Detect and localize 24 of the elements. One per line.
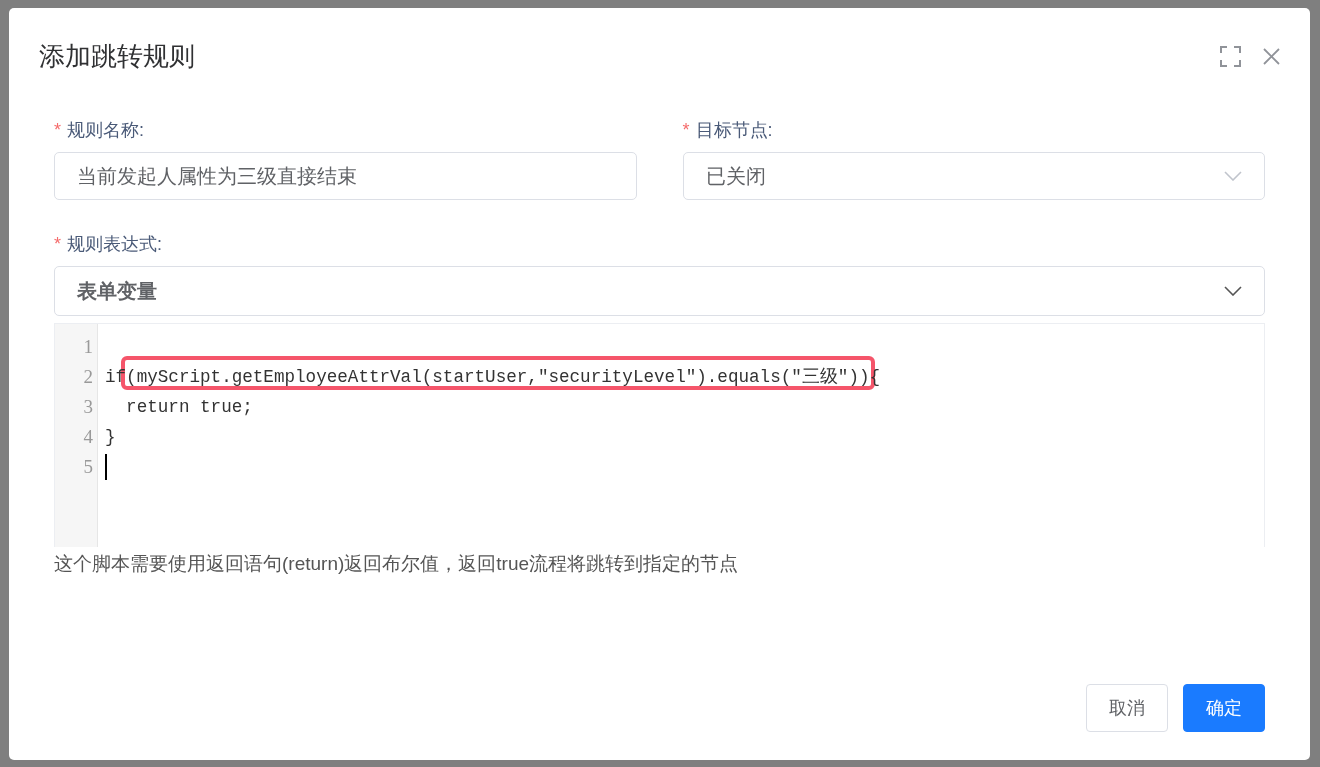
field-label: 规则名称: [67, 119, 145, 142]
line-number: 2 [82, 365, 94, 389]
field-label: 规则表达式: [67, 233, 163, 256]
line-number: 5 [82, 455, 94, 479]
cancel-button[interactable]: 取消 [1086, 684, 1168, 732]
chevron-down-icon [1224, 171, 1242, 181]
required-mark: * [54, 233, 61, 255]
line-number: 3 [82, 395, 94, 419]
chevron-down-icon [1224, 286, 1242, 296]
line-number: 1 [82, 335, 94, 359]
node-select[interactable]: 已关闭 [682, 152, 1265, 200]
line-number: 4 [82, 425, 94, 449]
field-label: 目标节点: [695, 119, 773, 142]
input-field[interactable]: 当前发起人属性为三级直接结束 [54, 152, 637, 200]
close-icon[interactable] [1263, 47, 1280, 65]
variable-select[interactable]: 表单变量 [54, 266, 1265, 316]
code-line: return true; [125, 397, 253, 417]
required-mark: * [54, 119, 61, 141]
fullscreen-icon[interactable] [1220, 45, 1241, 67]
required-mark: * [682, 119, 690, 141]
code-line: } [105, 427, 116, 447]
dialog-title: 添加跳转规则 [39, 39, 196, 73]
help-text: 这个脚本需要使用返回语句(return)返回布尔值，返回true流程将跳转到指定的节点 [54, 552, 740, 576]
confirm-button[interactable]: 确定 [1183, 684, 1265, 732]
